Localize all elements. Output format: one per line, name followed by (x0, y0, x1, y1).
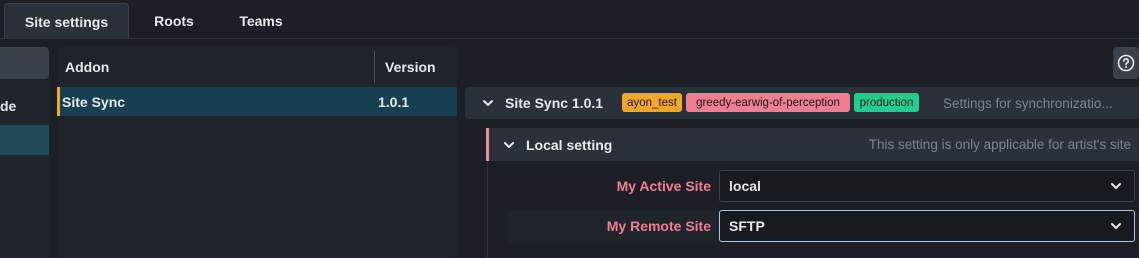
addon-name-cell: Site Sync (62, 93, 126, 110)
subsection-description: This setting is only applicable for arti… (868, 137, 1131, 152)
chevron-down-icon (504, 142, 514, 148)
my-active-site-dropdown[interactable]: local (719, 170, 1135, 202)
chevron-down-icon (1111, 223, 1121, 229)
dropdown-value: SFTP (729, 218, 765, 234)
tab-roots[interactable]: Roots (135, 3, 213, 39)
tab-teams[interactable]: Teams (220, 3, 302, 39)
column-header-addon[interactable]: Addon (65, 47, 109, 86)
badge-greedy-earwig: greedy-earwig-of-perception (686, 93, 850, 112)
sidebar-item[interactable]: de (0, 91, 49, 121)
sidebar-item-label: de (0, 98, 17, 114)
subsection-title: Local setting (526, 136, 613, 153)
column-header-version[interactable]: Version (385, 47, 436, 86)
badge-ayon-test: ayon_test (622, 93, 682, 112)
sidebar: de (0, 47, 49, 258)
my-remote-site-dropdown[interactable]: SFTP (719, 210, 1135, 242)
tab-site-settings[interactable]: Site settings (4, 3, 129, 39)
table-row[interactable]: Site Sync 1.0.1 (57, 87, 457, 116)
section-title: Site Sync 1.0.1 (505, 95, 604, 111)
section-header-site-sync[interactable]: Site Sync 1.0.1 ayon_test greedy-earwig-… (465, 87, 1139, 119)
help-circle-icon (1117, 54, 1135, 72)
my-remote-site-label: My Remote Site (606, 218, 711, 234)
dropdown-value: local (729, 178, 761, 194)
settings-panel: Site Sync 1.0.1 ayon_test greedy-earwig-… (465, 47, 1139, 258)
subsection-header-local-setting[interactable]: Local setting This setting is only appli… (486, 128, 1139, 161)
my-active-site-label: My Active Site (616, 178, 711, 194)
badge-production: production (854, 93, 919, 112)
addon-table: Addon Version Site Sync 1.0.1 (57, 47, 457, 258)
tab-bar: Site settings Roots Teams (0, 0, 1139, 39)
sidebar-item-selected[interactable] (0, 125, 49, 155)
column-divider[interactable] (374, 51, 375, 83)
help-button[interactable] (1113, 47, 1139, 79)
section-description: Settings for synchronizatio... (943, 95, 1113, 111)
indent-guide (487, 161, 488, 258)
sidebar-search-input[interactable] (0, 47, 49, 79)
addon-version-cell: 1.0.1 (378, 93, 410, 110)
chevron-down-icon (1111, 183, 1121, 189)
chevron-down-icon (483, 100, 493, 106)
